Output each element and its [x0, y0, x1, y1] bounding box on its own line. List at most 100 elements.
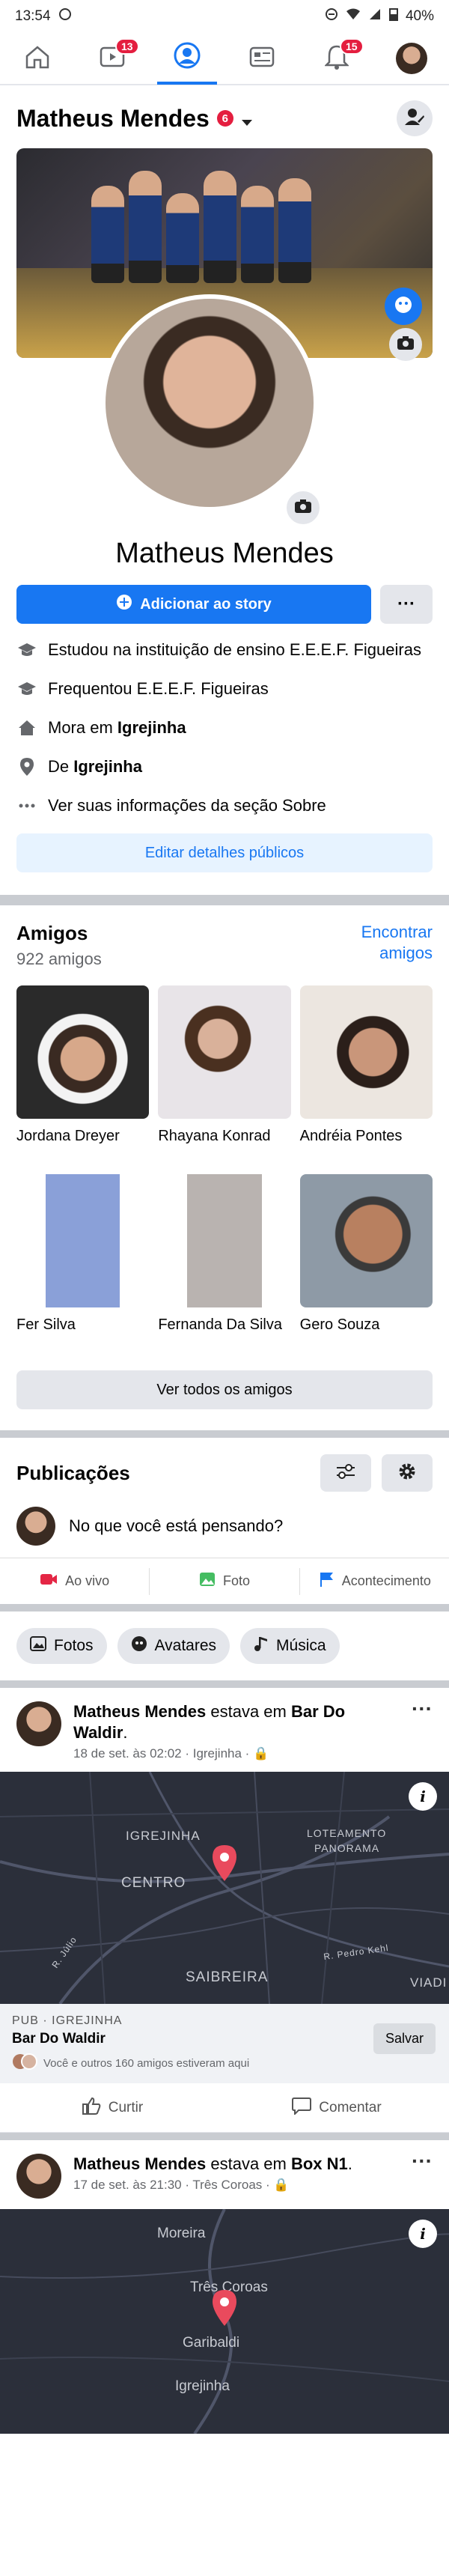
post-author[interactable]: Matheus Mendes	[73, 1702, 206, 1721]
profile-camera-button[interactable]	[284, 489, 322, 526]
music-label: Música	[276, 1637, 326, 1654]
post-more-button[interactable]: ···	[412, 1697, 433, 1721]
profile-picture[interactable]	[101, 294, 318, 511]
music-chip[interactable]: Música	[240, 1628, 340, 1664]
whatsapp-icon	[58, 7, 72, 25]
profile-edit-button[interactable]	[397, 100, 433, 136]
map-label: VIADI	[410, 1975, 448, 1990]
more-options-button[interactable]: ···	[380, 585, 433, 624]
camera-icon	[397, 335, 415, 354]
friend-card[interactable]: Fer Silva	[16, 1174, 150, 1354]
post-place[interactable]: Box N1	[291, 2154, 348, 2173]
post-actions: Curtir Comentar	[0, 2083, 449, 2133]
divider	[0, 2133, 449, 2140]
divider	[0, 1604, 449, 1611]
filter-posts-button[interactable]	[320, 1454, 371, 1492]
divider	[0, 895, 449, 905]
add-story-button[interactable]: Adicionar ao story	[16, 585, 371, 624]
gear-icon	[397, 1462, 417, 1485]
friend-card[interactable]: Rhayana Konrad	[158, 985, 291, 1165]
map-label: Igrejinha	[175, 2378, 230, 2394]
composer-placeholder[interactable]: No que você está pensando?	[69, 1516, 283, 1536]
post-map[interactable]: IGREJINHA LOTEAMENTO PANORAMA CENTRO SAI…	[0, 1772, 449, 2004]
map-label: Moreira	[157, 2226, 206, 2241]
place-visitors: Você e outros 160 amigos estiveram aqui	[12, 2053, 437, 2073]
post-composer[interactable]: No que você está pensando?	[0, 1502, 449, 1558]
account-switcher[interactable]: Matheus Mendes 6	[16, 105, 253, 133]
map-info-button[interactable]: i	[409, 1782, 437, 1811]
graduation-cap-icon	[16, 639, 37, 661]
live-video-icon	[40, 1573, 58, 1590]
friend-photo	[16, 985, 150, 1119]
status-time: 13:54	[15, 8, 51, 24]
like-label: Curtir	[108, 2099, 144, 2115]
nav-feeds[interactable]	[232, 32, 292, 85]
thumbs-up-icon	[82, 2097, 101, 2119]
detail-text: De	[48, 757, 74, 776]
music-note-icon	[254, 1635, 269, 1656]
photo-icon	[199, 1572, 216, 1591]
detail-from[interactable]: De Igrejinha	[16, 756, 433, 778]
person-edit-icon	[405, 107, 424, 130]
nav-profile[interactable]	[157, 32, 217, 85]
photos-label: Fotos	[54, 1637, 94, 1654]
menu-avatar	[396, 43, 427, 74]
profile-photo-area	[0, 148, 449, 526]
detail-lives-in[interactable]: Mora em Igrejinha	[16, 717, 433, 739]
place-info[interactable]: PUB · IGREJINHA Bar Do Waldir Você e out…	[0, 2004, 449, 2083]
header-badge: 6	[216, 110, 233, 127]
ellipsis-icon	[16, 795, 37, 817]
avatars-chip[interactable]: Avatares	[117, 1628, 230, 1664]
friend-card[interactable]: Jordana Dreyer	[16, 985, 150, 1165]
find-friends-link[interactable]: Encontrar amigos	[328, 922, 433, 964]
nav-notifications[interactable]: 15	[307, 32, 367, 85]
photo-label: Foto	[222, 1573, 250, 1588]
friend-card[interactable]: Gero Souza	[299, 1174, 433, 1354]
post-author-avatar[interactable]	[16, 2154, 61, 2199]
edit-public-details-button[interactable]: Editar detalhes públicos	[16, 833, 433, 872]
friend-name: Fer Silva	[16, 1316, 76, 1333]
nav-home[interactable]	[7, 32, 67, 85]
life-event-label: Acontecimento	[341, 1573, 431, 1588]
nav-video[interactable]: 13	[82, 32, 142, 85]
plus-circle-icon	[116, 594, 132, 615]
detail-attended[interactable]: Frequentou E.E.E.F. Figueiras	[16, 678, 433, 700]
add-story-label: Adicionar ao story	[140, 595, 272, 613]
avatar-face-icon	[393, 294, 414, 319]
friend-card[interactable]: Fernanda Da Silva	[158, 1174, 291, 1354]
map-label: LOTEAMENTO	[307, 1827, 387, 1839]
photos-chip[interactable]: Fotos	[16, 1628, 107, 1664]
cover-avatar-button[interactable]	[385, 288, 422, 325]
photo-button[interactable]: Foto	[150, 1567, 300, 1595]
cover-figure	[204, 171, 236, 283]
friend-card[interactable]: Andréia Pontes	[299, 985, 433, 1165]
post-author[interactable]: Matheus Mendes	[73, 2154, 206, 2173]
divider	[0, 1430, 449, 1438]
map-info-button[interactable]: i	[409, 2220, 437, 2248]
live-button[interactable]: Ao vivo	[0, 1567, 150, 1595]
map-label: CENTRO	[121, 1875, 186, 1891]
post-map[interactable]: Moreira Três Coroas Garibaldi Igrejinha …	[0, 2209, 449, 2434]
cover-figure	[241, 186, 274, 283]
see-all-friends-button[interactable]: Ver todos os amigos	[16, 1370, 433, 1409]
comment-button[interactable]: Comentar	[224, 2097, 449, 2119]
friends-title: Amigos	[16, 922, 88, 944]
detail-text: Ver suas informações da seção Sobre	[48, 796, 326, 815]
save-place-button[interactable]: Salvar	[373, 2023, 436, 2054]
friend-name: Gero Souza	[299, 1316, 380, 1333]
post-author-avatar[interactable]	[16, 1701, 61, 1746]
composer-quick-actions: Ao vivo Foto Acontecimento	[0, 1558, 449, 1604]
detail-city: Igrejinha	[117, 718, 186, 737]
content-chips: Fotos Avatares Música	[0, 1611, 449, 1680]
like-button[interactable]: Curtir	[0, 2097, 224, 2119]
post-title: Matheus Mendes estava em Bar Do Waldir.	[73, 1702, 346, 1742]
detail-studied[interactable]: Estudou na instituição de ensino E.E.E.F…	[16, 639, 433, 661]
cover-camera-button[interactable]	[389, 328, 422, 361]
graduation-cap-icon	[16, 678, 37, 700]
nav-menu[interactable]	[382, 32, 442, 85]
detail-about[interactable]: Ver suas informações da seção Sobre	[16, 795, 433, 817]
post-settings-button[interactable]	[382, 1454, 433, 1492]
visitors-text: Você e outros 160 amigos estiveram aqui	[43, 2056, 250, 2070]
life-event-button[interactable]: Acontecimento	[300, 1568, 449, 1595]
post-more-button[interactable]: ···	[412, 2149, 433, 2173]
